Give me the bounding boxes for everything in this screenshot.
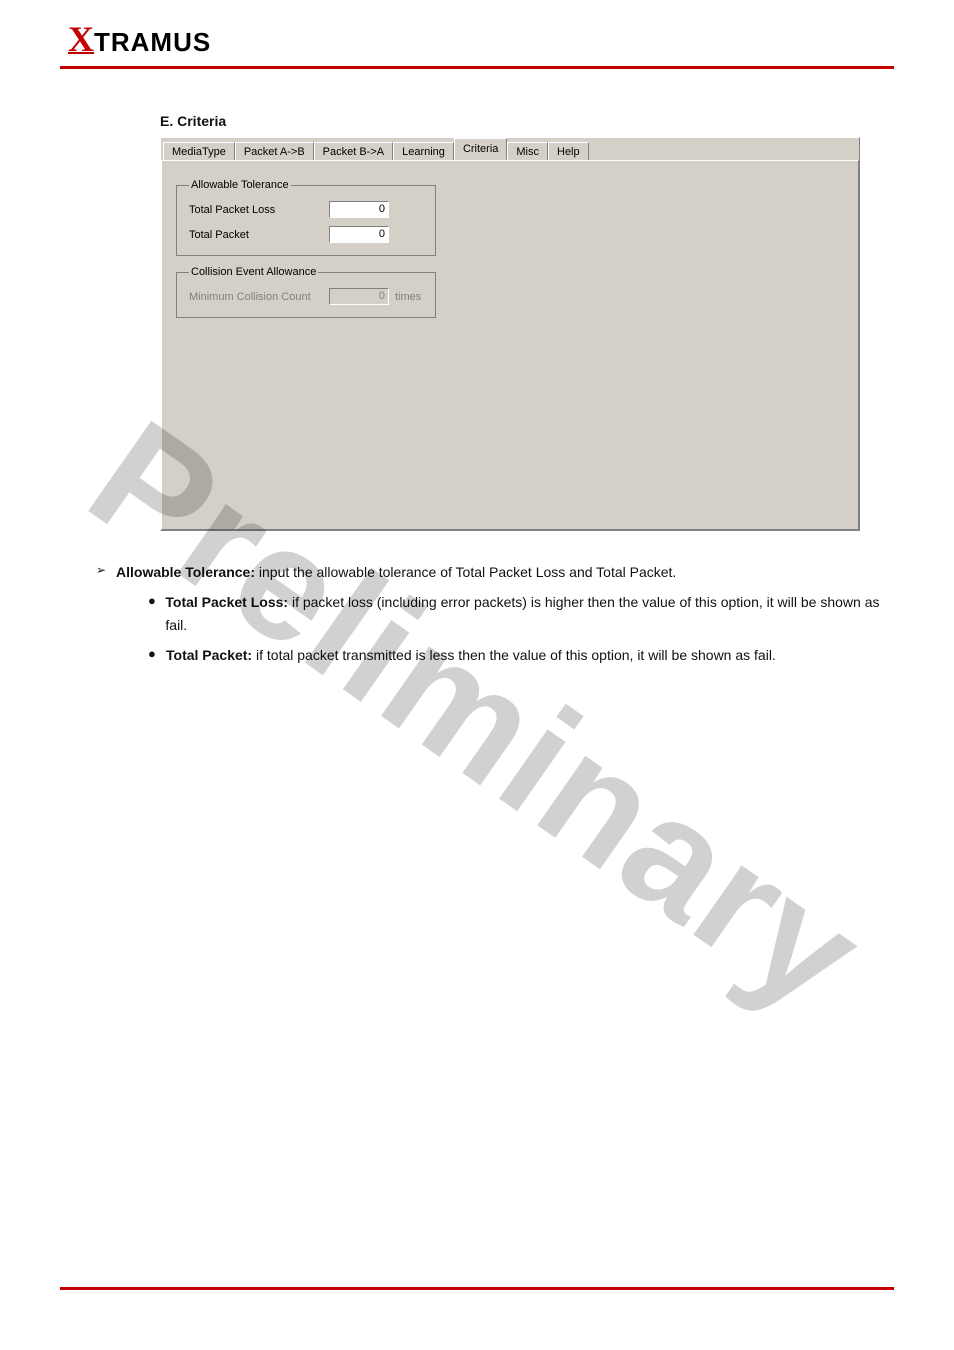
allowable-tolerance-group: Allowable Tolerance Total Packet Loss 0 … xyxy=(176,179,436,256)
explanatory-text: ➢ Allowable Tolerance: input the allowab… xyxy=(110,561,880,667)
tab-packet-ab[interactable]: Packet A->B xyxy=(235,142,314,161)
divider-top xyxy=(60,66,894,69)
min-collision-unit: times xyxy=(395,291,421,303)
total-packet-input[interactable]: 0 xyxy=(329,226,389,243)
section-heading: E. Criteria xyxy=(160,113,894,129)
total-packet-label: Total Packet xyxy=(189,229,329,241)
chevron-right-icon: ➢ xyxy=(96,561,116,583)
min-collision-label: Minimum Collision Count xyxy=(189,291,329,303)
total-packet-desc: if total packet transmitted is less then… xyxy=(252,647,776,663)
allowable-tolerance-legend: Allowable Tolerance xyxy=(189,179,291,191)
tab-strip: MediaType Packet A->B Packet B->A Learni… xyxy=(161,138,859,160)
tab-misc[interactable]: Misc xyxy=(507,142,548,161)
min-collision-input: 0 xyxy=(329,288,389,305)
collision-group: Collision Event Allowance Minimum Collis… xyxy=(176,266,436,318)
logo-x: X xyxy=(68,18,94,60)
divider-bottom xyxy=(60,1287,894,1290)
allowable-tolerance-term: Allowable Tolerance: xyxy=(116,564,255,580)
settings-dialog: MediaType Packet A->B Packet B->A Learni… xyxy=(160,137,860,531)
tab-body-criteria: Allowable Tolerance Total Packet Loss 0 … xyxy=(161,160,859,530)
tab-learning[interactable]: Learning xyxy=(393,142,454,161)
tab-help[interactable]: Help xyxy=(548,142,589,161)
total-packet-loss-input[interactable]: 0 xyxy=(329,201,389,218)
bullet-icon: ● xyxy=(148,591,165,636)
tab-packet-ba[interactable]: Packet B->A xyxy=(314,142,393,161)
total-packet-term: Total Packet: xyxy=(166,647,252,663)
tab-criteria[interactable]: Criteria xyxy=(454,138,507,160)
brand-logo: XTRAMUS xyxy=(60,18,894,60)
tab-mediatype[interactable]: MediaType xyxy=(163,142,235,161)
allowable-tolerance-desc: input the allowable tolerance of Total P… xyxy=(255,564,676,580)
total-packet-loss-term: Total Packet Loss: xyxy=(165,594,288,610)
bullet-icon: ● xyxy=(148,644,166,666)
total-packet-loss-label: Total Packet Loss xyxy=(189,204,329,216)
collision-legend: Collision Event Allowance xyxy=(189,266,318,278)
logo-rest: TRAMUS xyxy=(94,27,211,58)
